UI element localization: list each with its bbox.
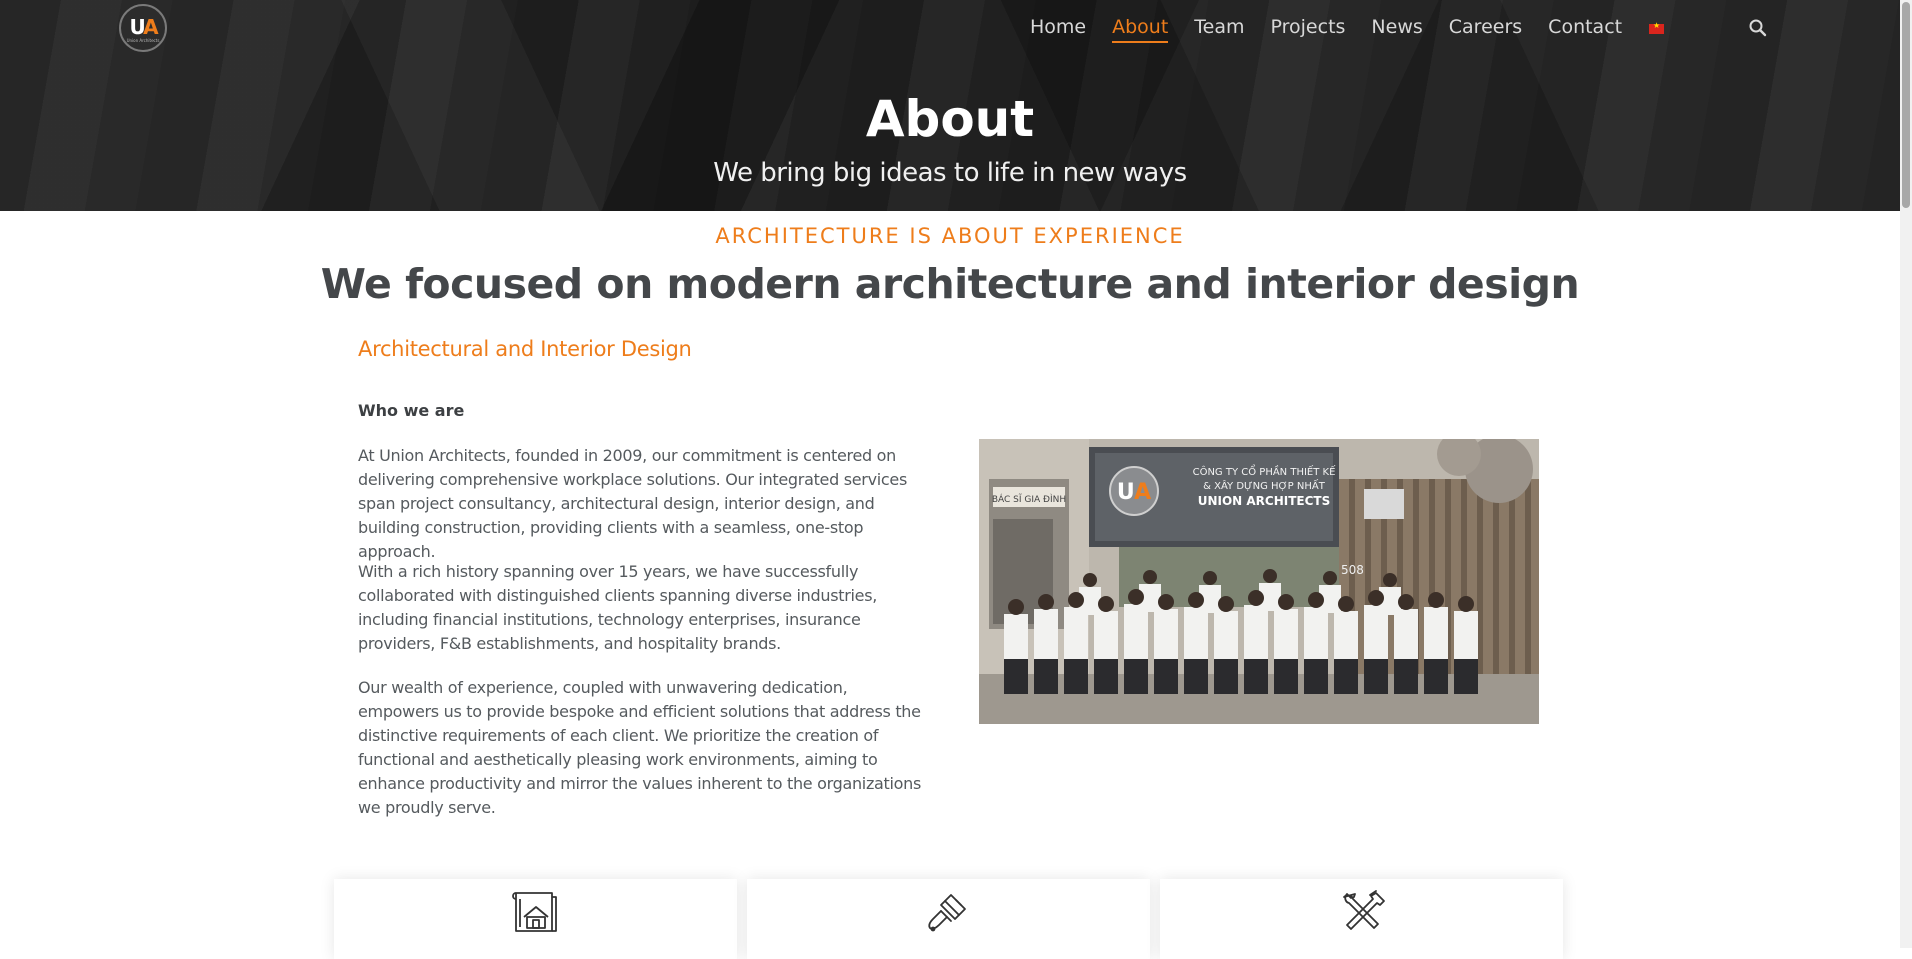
who-we-are-heading: Who we are <box>358 401 465 420</box>
scrollbar-thumb[interactable] <box>1902 2 1910 208</box>
nav-item-contact[interactable]: Contact <box>1548 16 1622 43</box>
section-subtitle: Architectural and Interior Design <box>358 337 692 361</box>
logo-letter-a: A <box>143 15 159 39</box>
section-headline: We focused on modern architecture and in… <box>320 260 1580 308</box>
service-card-construction[interactable] <box>1160 879 1563 959</box>
about-paragraph: Our wealth of experience, coupled with u… <box>358 678 922 817</box>
hero-banner: UA Union Architects Home About Team Proj… <box>0 0 1900 211</box>
nav-item-home[interactable]: Home <box>1030 16 1086 43</box>
blueprint-house-icon <box>512 892 557 932</box>
hammer-wrench-icon <box>1343 890 1385 930</box>
about-paragraph: With a rich history spanning over 15 yea… <box>358 562 878 653</box>
sign-line-2: & XÂY DỰNG HỢP NHẤT <box>1203 478 1326 492</box>
service-card-interior[interactable] <box>747 879 1150 959</box>
nav-item-about[interactable]: About <box>1112 16 1169 43</box>
service-card-architecture[interactable] <box>334 879 737 959</box>
nav-item-team[interactable]: Team <box>1194 16 1244 43</box>
logo-letter-u: U <box>129 15 145 39</box>
section-kicker: ARCHITECTURE IS ABOUT EXPERIENCE <box>715 224 1185 248</box>
logo-subtext: Union Architects <box>126 38 160 43</box>
team-photo-illustration: BÁC SĨ GIA ĐÌNH UA CÔNG TY CỔ PHẦN THIẾT… <box>979 439 1539 724</box>
page-subtitle: We bring big ideas to life in new ways <box>713 158 1187 188</box>
team-photo: BÁC SĨ GIA ĐÌNH UA CÔNG TY CỔ PHẦN THIẾT… <box>979 439 1539 724</box>
nav-item-careers[interactable]: Careers <box>1449 16 1522 43</box>
page-title: About <box>865 90 1035 148</box>
svg-text:UA: UA <box>1117 480 1151 505</box>
vietnam-flag-icon[interactable] <box>1649 21 1664 34</box>
search-icon[interactable] <box>1748 18 1768 38</box>
page-scrollbar[interactable] <box>1900 0 1912 948</box>
nav-item-projects[interactable]: Projects <box>1271 16 1346 43</box>
logo-mark: UA <box>121 15 165 39</box>
sign-line-3: UNION ARCHITECTS <box>1198 494 1331 508</box>
paint-brush-icon <box>928 894 966 932</box>
about-paragraph: At Union Architects, founded in 2009, ou… <box>358 446 907 561</box>
nav-item-news[interactable]: News <box>1371 16 1422 43</box>
street-sign-text: BÁC SĨ GIA ĐÌNH <box>992 493 1066 505</box>
site-logo[interactable]: UA Union Architects <box>119 4 167 52</box>
house-number: 508 <box>1341 563 1364 577</box>
main-nav: Home About Team Projects News Careers Co… <box>1030 16 1648 43</box>
